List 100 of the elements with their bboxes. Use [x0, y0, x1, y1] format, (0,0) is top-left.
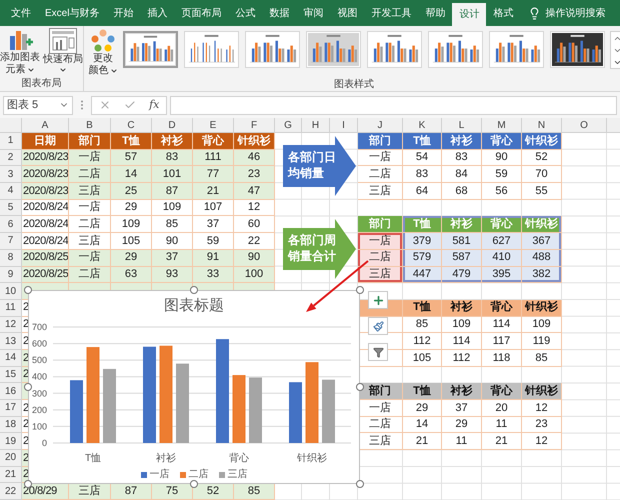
row-number[interactable]: 20 [0, 450, 22, 467]
chart-style-thumbnail[interactable] [123, 31, 178, 68]
resize-handle[interactable] [356, 480, 364, 488]
table-cell: 107 [193, 200, 234, 216]
table-cell: 112 [442, 350, 482, 367]
ribbon-button[interactable]: 添加图表 元素 [0, 28, 40, 76]
table-cell: 118 [482, 350, 522, 367]
table-header-cell: 衬衫 [442, 216, 482, 234]
table-header-cell: 背心 [193, 133, 234, 150]
table-cell: 11 [482, 416, 522, 434]
row-number[interactable]: 22 [0, 483, 22, 500]
row-number[interactable]: 3 [0, 166, 22, 184]
chart-styles-button[interactable] [368, 317, 388, 335]
row-number[interactable]: 6 [0, 216, 22, 234]
column-letter[interactable]: O [562, 118, 607, 133]
chart-elements-button[interactable] [368, 291, 388, 309]
chart-style-thumbnail[interactable] [367, 31, 422, 68]
table-header-cell: 衬衫 [442, 300, 482, 317]
table-cell: 87 [152, 183, 193, 200]
ribbon-tab[interactable]: 开发工具 [364, 0, 418, 26]
table-cell: 21 [403, 433, 442, 450]
table-header-cell: 部门 [358, 133, 403, 150]
ribbon-tab[interactable]: 设计 [452, 3, 486, 26]
table-cell: 一店 [358, 150, 403, 166]
row-number[interactable]: 17 [0, 400, 22, 417]
row-number[interactable]: 9 [0, 266, 22, 284]
ribbon-tab[interactable]: 插入 [140, 0, 174, 26]
table-cell: 479 [442, 266, 482, 284]
chart[interactable]: 图表标题 0 100 200 300 400 500 600 700 T恤 衬衫 背心 针织衫 一店 二店 三店 [28, 290, 360, 484]
row-number[interactable]: 16 [0, 383, 22, 400]
ribbon-tab[interactable]: Excel与财务 [38, 0, 106, 26]
ribbon-tab[interactable]: 数据 [262, 0, 296, 26]
chart-style-thumbnail[interactable] [428, 31, 483, 68]
row-number[interactable]: 1 [0, 133, 22, 150]
row-number[interactable]: 4 [0, 183, 22, 200]
table-cell: 37 [442, 400, 482, 417]
table-cell: 二店 [358, 416, 403, 434]
ribbon-tab[interactable]: 页面布局 [174, 0, 228, 26]
row-number[interactable]: 8 [0, 250, 22, 266]
insert-function-button[interactable]: fx [149, 96, 160, 114]
name-box[interactable]: 图表 5 [3, 96, 73, 114]
table-cell: 14 [111, 166, 152, 184]
ribbon-tab[interactable]: 公式 [228, 0, 262, 26]
row-number[interactable]: 7 [0, 233, 22, 250]
table-cell: 109 [111, 216, 152, 234]
ribbon-tab[interactable]: 帮助 [418, 0, 452, 26]
cancel-button[interactable] [98, 99, 111, 111]
row-number[interactable]: 14 [0, 350, 22, 367]
table-cell: 三店 [69, 183, 111, 200]
row-number[interactable]: 21 [0, 466, 22, 484]
chart-style-thumbnail[interactable] [550, 31, 605, 68]
ribbon-tab[interactable]: 视图 [330, 0, 364, 26]
resize-handle[interactable] [356, 286, 364, 294]
table-cell: 29 [111, 200, 152, 216]
chart-style-thumbnail[interactable] [489, 31, 544, 68]
chart-style-thumbnail[interactable] [245, 31, 300, 68]
row-number[interactable]: 5 [0, 200, 22, 216]
table-cell: 二店 [69, 216, 111, 234]
table-cell: 119 [522, 333, 562, 350]
resize-handle[interactable] [24, 480, 32, 488]
table-header-cell: T恤 [403, 383, 442, 400]
chart-style-thumbnail[interactable] [184, 31, 239, 68]
row-number[interactable]: 15 [0, 366, 22, 384]
table-cell: 63 [111, 266, 152, 284]
category-label: T恤 [84, 453, 102, 464]
legend-label: 二店 [188, 468, 208, 482]
ribbon-button[interactable]: 快速布局 [42, 28, 84, 76]
row-number[interactable]: 11 [0, 300, 22, 317]
table-cell: 109 [442, 316, 482, 334]
column-letter[interactable]: I [330, 118, 358, 133]
row-number[interactable]: 10 [0, 283, 22, 300]
ribbon-tab[interactable]: 开始 [106, 0, 140, 26]
row-number[interactable]: 2 [0, 150, 22, 166]
chart-style-thumbnail[interactable] [306, 31, 361, 68]
tell-me-search[interactable]: 操作说明搜索 [545, 6, 606, 20]
table-cell: 64 [403, 183, 442, 200]
row-number[interactable]: 13 [0, 333, 22, 350]
chart-filter-button[interactable] [368, 343, 388, 361]
table-cell: 90 [234, 250, 275, 266]
ribbon-tab[interactable]: 审阅 [296, 0, 330, 26]
enter-button[interactable] [124, 99, 136, 111]
table-cell: 90 [482, 150, 522, 166]
ribbon-tab[interactable]: 文件 [4, 0, 38, 26]
table-cell: 367 [522, 233, 562, 250]
table-cell: 100 [234, 266, 275, 284]
table-cell: 2020/8/24 [22, 200, 69, 216]
table-cell: 77 [193, 166, 234, 184]
table-cell: 三店 [69, 233, 111, 250]
formula-input[interactable] [170, 96, 617, 114]
column-letter[interactable]: H [302, 118, 330, 133]
table-cell: 60 [234, 216, 275, 234]
row-number[interactable]: 18 [0, 416, 22, 434]
table-cell: 379 [403, 233, 442, 250]
ribbon-tab[interactable]: 格式 [486, 0, 520, 26]
column-letter[interactable]: G [275, 118, 302, 133]
row-number[interactable]: 12 [0, 316, 22, 334]
change-colors-button[interactable]: 更改 颜色 [88, 29, 118, 77]
row-number[interactable]: 19 [0, 433, 22, 450]
table-cell: 488 [522, 250, 562, 266]
table-cell: 91 [193, 250, 234, 266]
